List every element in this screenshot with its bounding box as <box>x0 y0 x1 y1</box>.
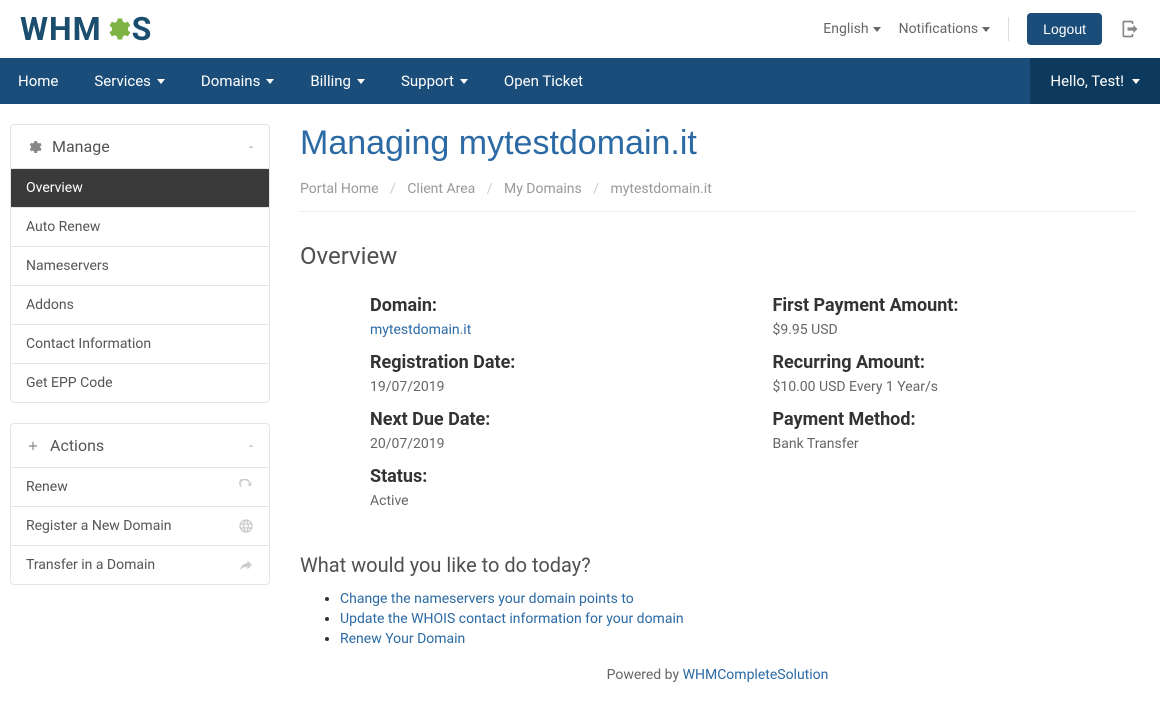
nav-support[interactable]: Support <box>383 58 486 104</box>
sidebar-action-register[interactable]: Register a New Domain <box>11 507 269 546</box>
share-icon <box>238 557 254 573</box>
actions-title: Actions <box>50 436 104 455</box>
caret-down-icon <box>266 79 274 84</box>
exit-icon[interactable] <box>1120 19 1140 39</box>
link-change-nameservers[interactable]: Change the nameservers your domain point… <box>340 591 634 607</box>
notifications-dropdown[interactable]: Notifications <box>899 21 991 37</box>
field-registration-date: Registration Date: 19/07/2019 <box>370 352 733 395</box>
topbar: WHM S English Notifications Logout <box>0 0 1160 58</box>
nav-domains[interactable]: Domains <box>183 58 292 104</box>
nav-open-ticket[interactable]: Open Ticket <box>486 58 601 104</box>
sidebar-item-contact-info[interactable]: Contact Information <box>11 325 269 364</box>
breadcrumb-mydomains[interactable]: My Domains <box>504 181 582 197</box>
topbar-right: English Notifications Logout <box>823 13 1140 45</box>
manage-panel: Manage Overview Auto Renew Nameservers A… <box>10 124 270 403</box>
overview-title: Overview <box>300 242 1135 270</box>
overview-grid: Domain: mytestdomain.it Registration Dat… <box>300 295 1135 523</box>
caret-down-icon <box>357 79 365 84</box>
field-domain: Domain: mytestdomain.it <box>370 295 733 338</box>
nav-left: Home Services Domains Billing Support Op… <box>0 58 601 104</box>
plus-icon <box>26 439 40 453</box>
link-renew-domain[interactable]: Renew Your Domain <box>340 631 465 647</box>
sidebar: Manage Overview Auto Renew Nameservers A… <box>10 124 270 703</box>
caret-down-icon <box>157 79 165 84</box>
user-menu[interactable]: Hello, Test! <box>1030 58 1160 104</box>
sidebar-action-renew[interactable]: Renew <box>11 468 269 507</box>
overview-left: Domain: mytestdomain.it Registration Dat… <box>370 295 733 523</box>
gear-icon <box>103 15 131 43</box>
field-payment-method: Payment Method: Bank Transfer <box>773 409 1136 452</box>
field-recurring: Recurring Amount: $10.00 USD Every 1 Yea… <box>773 352 1136 395</box>
breadcrumb-portal[interactable]: Portal Home <box>300 181 379 197</box>
sidebar-item-nameservers[interactable]: Nameservers <box>11 247 269 286</box>
actions-panel-header[interactable]: Actions <box>11 424 269 468</box>
chevron-up-icon <box>245 440 257 452</box>
main-content: Managing mytestdomain.it Portal Home / C… <box>300 124 1150 703</box>
today-title: What would you like to do today? <box>300 553 1135 577</box>
field-status: Status: Active <box>370 466 733 509</box>
sidebar-item-epp-code[interactable]: Get EPP Code <box>11 364 269 402</box>
caret-down-icon <box>873 27 881 32</box>
page-title: Managing mytestdomain.it <box>300 124 1135 163</box>
nav-billing[interactable]: Billing <box>292 58 383 104</box>
caret-down-icon <box>460 79 468 84</box>
domain-link[interactable]: mytestdomain.it <box>370 322 733 338</box>
breadcrumb: Portal Home / Client Area / My Domains /… <box>300 173 1135 212</box>
overview-right: First Payment Amount: $9.95 USD Recurrin… <box>773 295 1136 523</box>
manage-title: Manage <box>52 137 110 156</box>
chevron-up-icon <box>245 141 257 153</box>
caret-down-icon <box>982 27 990 32</box>
sidebar-action-transfer[interactable]: Transfer in a Domain <box>11 546 269 584</box>
today-links: Change the nameservers your domain point… <box>300 591 1135 647</box>
nav-home[interactable]: Home <box>0 58 76 104</box>
manage-panel-header[interactable]: Manage <box>11 125 269 169</box>
actions-panel: Actions Renew Register a New Domain Tran… <box>10 423 270 585</box>
logout-button[interactable]: Logout <box>1027 13 1102 45</box>
notifications-label: Notifications <box>899 21 979 37</box>
language-label: English <box>823 21 868 37</box>
navbar: Home Services Domains Billing Support Op… <box>0 58 1160 104</box>
refresh-icon <box>238 479 254 495</box>
divider <box>1008 17 1009 41</box>
field-next-due-date: Next Due Date: 20/07/2019 <box>370 409 733 452</box>
field-first-payment: First Payment Amount: $9.95 USD <box>773 295 1136 338</box>
language-selector[interactable]: English <box>823 21 880 37</box>
logo[interactable]: WHM S <box>20 10 152 48</box>
sidebar-item-overview[interactable]: Overview <box>11 169 269 208</box>
footer: Powered by WHMCompleteSolution <box>300 657 1135 703</box>
breadcrumb-client[interactable]: Client Area <box>407 181 475 197</box>
content: Manage Overview Auto Renew Nameservers A… <box>0 104 1160 713</box>
gear-icon <box>26 139 42 155</box>
globe-icon <box>238 518 254 534</box>
nav-services[interactable]: Services <box>76 58 183 104</box>
sidebar-item-auto-renew[interactable]: Auto Renew <box>11 208 269 247</box>
caret-down-icon <box>1132 79 1140 84</box>
sidebar-item-addons[interactable]: Addons <box>11 286 269 325</box>
greeting-label: Hello, Test! <box>1050 72 1124 90</box>
breadcrumb-current: mytestdomain.it <box>610 181 711 197</box>
footer-link[interactable]: WHMCompleteSolution <box>683 667 829 683</box>
link-update-whois[interactable]: Update the WHOIS contact information for… <box>340 611 684 627</box>
